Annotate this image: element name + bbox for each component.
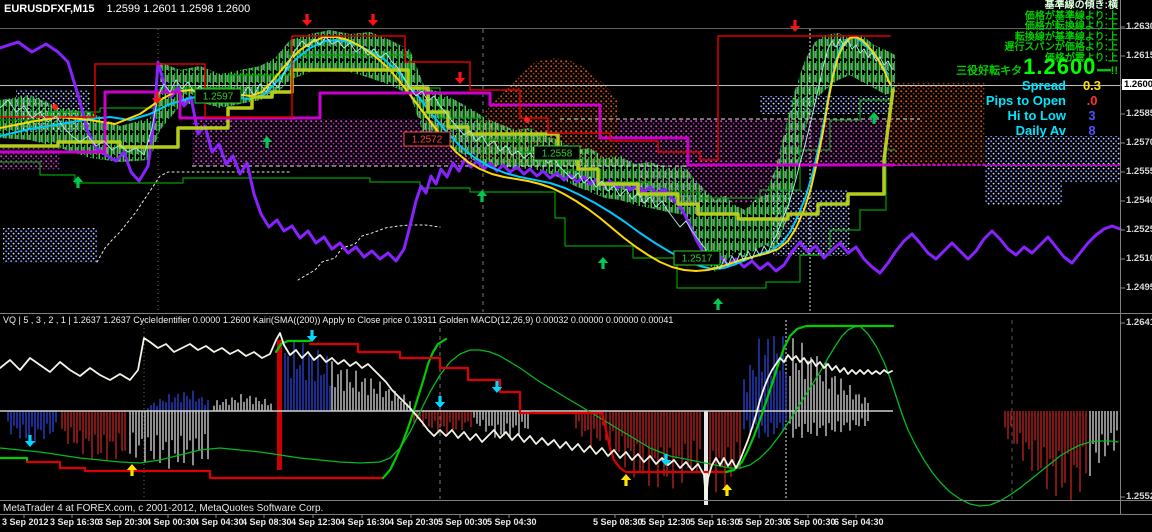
time-label: 6 Sep 00:30 [786,517,836,527]
time-label: 3 Sep 20:30 [98,517,148,527]
svg-text:1.2517: 1.2517 [682,254,713,265]
time-label: 5 Sep 20:30 [738,517,788,527]
sell-arrow-icon [454,72,466,84]
stat-row: Hi to Low 3 [956,108,1118,123]
time-label: 4 Sep 08:30 [242,517,292,527]
chart-title-bar: EURUSDFXF,M15 1.2599 1.2601 1.2598 1.2600 [4,3,250,15]
price-axis[interactable]: 1.2630 1.2615 1.2600 1.2585 1.2570 1.2555 1.25… [1122,0,1152,532]
time-label: 4 Sep 04:30 [194,517,244,527]
time-label: 6 Sep 04:30 [834,517,884,527]
price-tick-label: 1.2525 [1126,224,1152,235]
time-label: 3 Sep 16:30 [50,517,100,527]
ohlc-quotes: 1.2599 1.2601 1.2598 1.2600 [106,3,251,15]
mt4-chart-window: 1.2597 1.2572 1.2558 1.2517 EURUSDFXF,M15 1.… [0,0,1152,532]
spread-stats-block: Spread 0.3 Pips to Open .0 Hi to Low 3 Daily A… [956,78,1118,138]
buy-arrow-icon [712,298,724,310]
svg-text:1.2558: 1.2558 [542,149,573,160]
price-tick-label: 1.2555 [1126,166,1152,177]
current-price-display: 1.2600 [1023,54,1097,79]
sell-arrow-icon [434,396,446,408]
indicator-values-header: VQ | 5 , 3 , 2 , 1 | 1.2637 1.2637 Cycle… [3,315,674,325]
time-label: 5 Sep 12:30 [641,517,691,527]
cloud-blue-left-bottom [3,228,97,263]
stat-label: Spread [1021,78,1066,93]
ichimoku-status-panel: 基準線の傾き:横 価格が基準線より:上 価格が転換線より:上 転換線が基準線より:上遅… [956,0,1118,138]
ichimoku-condition-line: 価格が転換線より:上 [1024,21,1118,32]
signal-text: 三役好転キタ [956,65,1023,77]
cloud-blue-future [985,136,1120,205]
price-tick-label: 1.2600 [1122,79,1152,90]
time-label: 4 Sep 00:30 [146,517,196,527]
signal-dot [524,117,530,123]
vq-low-green-a [0,456,29,464]
sell-arrow-icon [367,14,379,26]
buy-arrow-icon [126,464,138,476]
copyright-text: MetaTrader 4 at FOREX.com, c 2001-2012, … [3,503,324,514]
buy-arrow-icon [597,257,609,269]
ichimoku-condition-line: 基準線の傾き:横 [1044,0,1118,11]
price-tick-label: 1.2585 [1126,108,1152,119]
time-label: 5 Sep 00:30 [438,517,488,527]
buy-arrow-icon [620,474,632,486]
price-tick-label: 1.2495 [1126,282,1152,293]
vq-up-green-b [724,324,895,474]
time-label: 5 Sep 16:30 [690,517,740,527]
stat-value: 8 [1088,123,1096,138]
ichimoku-signal-row: 三役好転キタ 1.2600 ━━!! [956,54,1118,79]
ichimoku-condition-line: 遅行スパンが価格より:上 [1004,42,1118,53]
sell-arrow-icon [789,20,801,32]
signal-suffix: ━━!! [1097,65,1118,77]
price-tick-label: 1.2570 [1126,137,1152,148]
stat-row: Daily Av 8 [956,123,1118,138]
stat-value: 0.3 [1082,78,1102,93]
svg-text:1.2597: 1.2597 [203,92,234,103]
vq-low-red [25,460,385,480]
price-tick-label: 1.2540 [1126,195,1152,206]
signal-dot [52,104,58,110]
buy-arrow-icon [721,484,733,496]
price-tick-label: 1.2641 [1126,317,1152,328]
stat-value: .0 [1086,93,1098,108]
symbol-timeframe: EURUSDFXF,M15 [4,3,95,15]
cloud-magenta-left [0,146,60,170]
price-tick-label: 1.2630 [1126,21,1152,32]
stat-row: Pips to Open .0 [956,93,1118,108]
stat-label: Hi to Low [1007,108,1067,123]
price-tick-label: 1.2510 [1126,253,1152,264]
time-axis[interactable]: 3 Sep 2012 3 Sep 16:30 3 Sep 20:30 4 Sep 00… [0,517,1152,532]
time-label: 4 Sep 12:30 [291,517,341,527]
price-tick-label: 1.2615 [1126,50,1152,61]
buy-arrow-icon [72,176,84,188]
svg-text:1.2572: 1.2572 [412,135,443,146]
time-label: 5 Sep 08:30 [593,517,643,527]
time-label: 5 Sep 04:30 [487,517,537,527]
sell-arrow-icon [301,14,313,26]
stat-row: Spread 0.3 [956,78,1118,93]
stat-label: Pips to Open [985,93,1066,108]
macd-signal-green [0,325,1119,507]
time-label: 4 Sep 20:30 [389,517,439,527]
time-label: 4 Sep 16:30 [340,517,390,527]
price-tick-label: 1.2552 [1126,491,1152,502]
vq-white [0,332,893,501]
dotted-staircase-left [96,171,291,263]
stat-label: Daily Av [1015,123,1066,138]
stat-value: 3 [1088,108,1096,123]
time-label: 3 Sep 2012 [2,517,49,527]
